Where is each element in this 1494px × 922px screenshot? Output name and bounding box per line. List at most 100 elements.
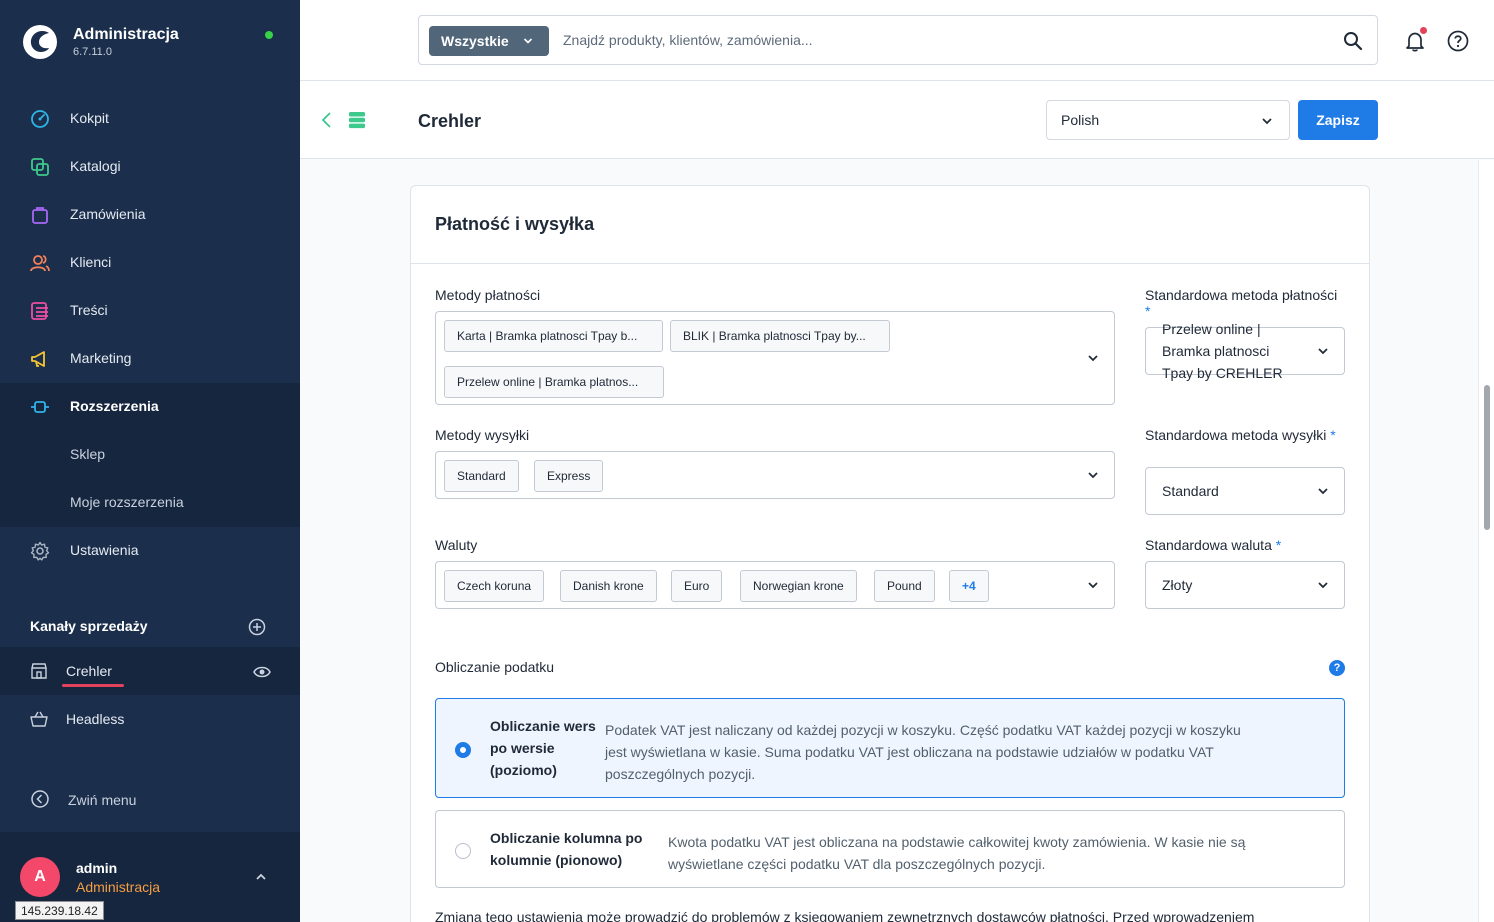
payment-tag[interactable]: BLIK | Bramka platnosci Tpay by... [670, 320, 890, 352]
sub-nav-sklep[interactable]: Sklep [70, 446, 105, 462]
collapse-menu-label: Zwiń menu [68, 792, 137, 808]
currency-tag[interactable]: Euro [671, 570, 723, 602]
default-currency-label: Standardowa waluta * [1145, 537, 1282, 553]
default-shipping-label: Standardowa metoda wysyłki * [1145, 427, 1336, 443]
tax-warning-text: Zmiana tego ustawienia może prowadzić do… [435, 909, 1255, 922]
language-value: Polish [1061, 112, 1100, 128]
chevron-down-icon [1088, 582, 1098, 589]
default-shipping-select[interactable]: Standard [1145, 467, 1345, 515]
help-icon[interactable]: ? [1329, 660, 1345, 676]
nav-item-katalogi[interactable]: Katalogi [0, 143, 300, 191]
payment-methods-select[interactable]: Karta | Bramka platnosci Tpay b... BLIK … [435, 311, 1115, 405]
default-payment-line: Tpay by CREHLER [1162, 365, 1283, 381]
default-currency-select[interactable]: Złoty [1145, 561, 1345, 609]
currency-tag[interactable]: Norwegian krone [740, 570, 857, 602]
chevron-left-icon[interactable] [320, 111, 334, 129]
nav-label: Kokpit [70, 110, 109, 126]
brand[interactable]: Administracja 6.7.11.0 [22, 24, 292, 64]
page-title: Crehler [418, 111, 482, 131]
basket-icon [30, 711, 48, 727]
nav-item-rozszerzenia[interactable]: Rozszerzenia [0, 383, 300, 431]
collapse-arrow-icon [31, 790, 49, 808]
payment-tag[interactable]: Karta | Bramka platnosci Tpay b... [444, 320, 663, 352]
main-content: Płatność i wysyłka Metody płatności Kart… [300, 160, 1494, 922]
default-payment-select[interactable]: Przelew online | Bramka platnosci Tpay b… [1145, 321, 1345, 381]
shipping-tag[interactable]: Standard [444, 460, 519, 492]
nav-item-tresci[interactable]: Treści [0, 287, 300, 335]
nav-item-klienci[interactable]: Klienci [0, 239, 300, 287]
help-icon[interactable] [1447, 30, 1469, 52]
search-icon[interactable] [1343, 31, 1363, 51]
tax-option-name: po wersie [490, 740, 555, 756]
chevron-up-icon[interactable] [254, 870, 268, 884]
gear-icon [30, 541, 50, 561]
tax-option-horizontal[interactable]: Obliczanie wers po wersie (poziomo) Poda… [435, 698, 1345, 798]
tax-option-description: jest wyświetlana w kasie. Suma podatku V… [605, 744, 1214, 760]
search-type-select[interactable]: Wszystkie [429, 26, 549, 56]
sub-nav-moje-rozszerzenia[interactable]: Moje rozszerzenia [70, 494, 184, 510]
dashboard-icon [31, 110, 49, 128]
chevron-down-icon [1318, 582, 1328, 589]
online-status-dot [265, 31, 273, 39]
nav-label: Zamówienia [70, 206, 146, 222]
default-currency-value: Złoty [1162, 577, 1193, 593]
currencies-label: Waluty [435, 537, 478, 553]
tax-option-vertical[interactable]: Obliczanie kolumna po kolumnie (pionowo)… [435, 810, 1345, 888]
sales-channels-title: Kanały sprzedaży [30, 618, 148, 634]
radio-button[interactable] [455, 742, 471, 758]
content-icon [31, 302, 48, 320]
top-bar: Wszystkie [300, 0, 1494, 81]
sidebar: Administracja 6.7.11.0 Kokpit Katalogi Z… [0, 0, 300, 922]
app-version: 6.7.11.0 [73, 46, 112, 58]
catalog-icon [31, 158, 49, 176]
users-icon [30, 255, 50, 272]
app-title: Administracja [73, 26, 179, 43]
shopping-bag-icon [32, 207, 48, 224]
shipping-methods-select[interactable]: Standard Express [435, 451, 1115, 499]
payment-tag[interactable]: Przelew online | Bramka platnos... [444, 366, 664, 398]
card-title: Płatność i wysyłka [435, 214, 595, 234]
save-button[interactable]: Zapisz [1298, 100, 1378, 140]
nav-item-marketing[interactable]: Marketing [0, 335, 300, 383]
scrollbar[interactable] [1478, 160, 1494, 922]
chevron-down-icon [1262, 118, 1272, 125]
radio-button[interactable] [455, 843, 471, 859]
currency-tag[interactable]: Pound [874, 570, 935, 602]
eye-icon[interactable] [253, 665, 271, 679]
nav-item-ustawienia[interactable]: Ustawienia [0, 527, 300, 575]
language-select[interactable]: Polish [1046, 100, 1290, 140]
collapse-menu[interactable]: Zwiń menu [30, 789, 230, 811]
ip-address-tooltip: 145.239.18.42 [15, 901, 104, 920]
tax-option-description: poszczególnych pozycji. [605, 766, 756, 782]
tax-option-name: Obliczanie wers [490, 718, 596, 734]
nav-item-zamowienia[interactable]: Zamówienia [0, 191, 300, 239]
add-channel-icon[interactable] [248, 618, 266, 636]
sales-channel-icon [349, 112, 365, 129]
channel-label-headless[interactable]: Headless [66, 711, 124, 727]
more-currencies-tag[interactable]: +4 [949, 570, 989, 602]
payment-shipping-card: Płatność i wysyłka Metody płatności Kart… [410, 185, 1370, 922]
megaphone-icon [31, 351, 45, 367]
search-type-label: Wszystkie [441, 33, 509, 49]
chevron-down-icon [1318, 488, 1328, 495]
tax-option-description: Kwota podatku VAT jest obliczana na pods… [668, 834, 1246, 850]
channel-label-crehler[interactable]: Crehler [66, 663, 112, 679]
chevron-down-icon [523, 38, 533, 44]
plug-icon [31, 401, 49, 413]
currencies-select[interactable]: Czech koruna Danish krone Euro Norwegian… [435, 561, 1115, 609]
card-divider [411, 263, 1369, 264]
tax-option-description: Podatek VAT jest naliczany od każdej poz… [605, 722, 1241, 738]
tax-calculation-label: Obliczanie podatku [435, 659, 555, 675]
chevron-down-icon [1088, 355, 1098, 362]
nav-label: Marketing [70, 350, 132, 366]
notification-badge [1420, 27, 1427, 34]
currency-tag[interactable]: Danish krone [560, 570, 657, 602]
avatar: A [20, 857, 60, 897]
currency-tag[interactable]: Czech koruna [444, 570, 545, 602]
nav-item-kokpit[interactable]: Kokpit [0, 95, 300, 143]
nav-label: Treści [70, 302, 108, 318]
search-input[interactable] [563, 28, 1323, 52]
shipping-tag[interactable]: Express [534, 460, 604, 492]
chevron-down-icon [1318, 348, 1328, 355]
scrollbar-thumb[interactable] [1484, 385, 1490, 530]
